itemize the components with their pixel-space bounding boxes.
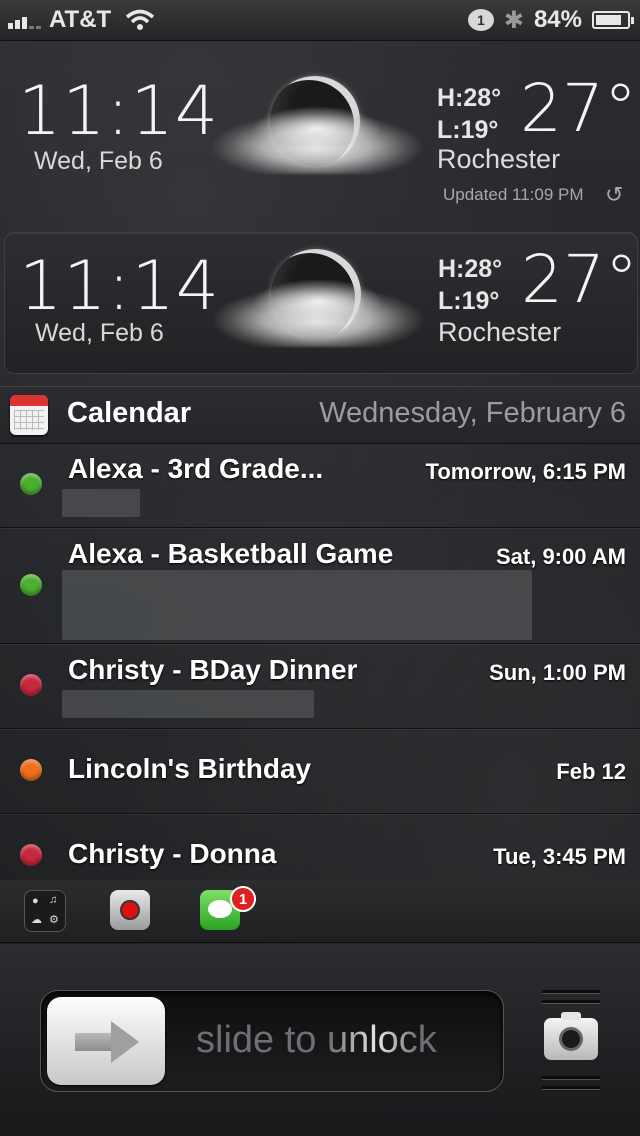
weather-date: Wed, Feb 6 (35, 319, 164, 347)
event-title: Lincoln's Birthday (68, 753, 312, 784)
wifi-icon (126, 9, 155, 30)
refresh-icon[interactable]: ↺ (605, 182, 623, 208)
calendar-icon (10, 395, 48, 435)
weather-low: L:19° (437, 116, 499, 144)
calendar-header[interactable]: Calendar Wednesday, February 6 (0, 386, 640, 444)
signal-icon (8, 11, 41, 29)
unlock-slider[interactable]: slide to unlock (40, 990, 504, 1092)
calendar-event[interactable]: Alexa - Basketball Game Sat, 9:00 AM (0, 528, 640, 644)
moon-cloud-icon (213, 249, 433, 369)
record-app-icon[interactable] (110, 890, 150, 930)
notification-bubble-icon: 1 (467, 9, 494, 31)
bluetooth-icon: ✱ (503, 6, 524, 34)
weather-low: L:19° (438, 287, 500, 315)
event-color-dot (20, 574, 42, 596)
notification-count: 1 (476, 12, 485, 28)
calendar-event[interactable]: Christy - Donna Tue, 3:45 PM (0, 814, 640, 882)
camera-icon (544, 1012, 598, 1060)
weather-widget[interactable]: 11:14 Wed, Feb 6 H:28° L:19° 27° Rochest… (4, 232, 638, 374)
weather-widget[interactable]: 11:14 Wed, Feb 6 H:28° L:19° 27° Rochest… (0, 42, 640, 220)
lockinfo-app-icon[interactable]: ● ♫ ☁ ⚙ (24, 890, 66, 932)
event-time: Feb 12 (556, 759, 626, 784)
weather-city: Rochester (438, 317, 562, 347)
weather-high: H:28° (438, 255, 503, 283)
battery-percent: 84% (533, 6, 582, 33)
weather-time: 11:14 (18, 72, 219, 151)
event-time: Sat, 9:00 AM (495, 544, 626, 569)
app-dock: ● ♫ ☁ ⚙ (0, 880, 640, 943)
event-title: Alexa - 3rd Grade... (68, 453, 324, 484)
weather-temp: 27° (520, 70, 637, 147)
status-bar: AT&T 1 ✱ 84% (0, 0, 640, 41)
weather-temp: 27° (521, 241, 638, 318)
redacted-detail (62, 570, 532, 640)
event-time: Tue, 3:45 PM (493, 844, 626, 869)
battery-icon (592, 11, 634, 29)
slide-to-unlock-label: slide to unlock (196, 1019, 437, 1061)
calendar-date: Wednesday, February 6 (319, 397, 626, 429)
redacted-detail (62, 690, 314, 718)
calendar-event[interactable]: Alexa - 3rd Grade... Tomorrow, 6:15 PM (0, 443, 640, 528)
calendar-event-list: Alexa - 3rd Grade... Tomorrow, 6:15 PM A… (0, 443, 640, 882)
weather-time: 11:14 (19, 247, 220, 326)
slider-knob[interactable] (47, 997, 165, 1085)
event-title: Christy - BDay Dinner (68, 654, 358, 685)
weather-date: Wed, Feb 6 (34, 147, 163, 175)
event-title: Christy - Donna (68, 838, 277, 869)
event-time: Sun, 1:00 PM (489, 660, 626, 685)
calendar-event[interactable]: Lincoln's Birthday Feb 12 (0, 729, 640, 814)
event-color-dot (20, 759, 42, 781)
carrier-label: AT&T (49, 6, 112, 33)
lock-screen: AT&T 1 ✱ 84% 11:14 Wed, Feb 6 H:28° L:19… (0, 0, 640, 1136)
moon-cloud-icon (212, 76, 432, 196)
event-color-dot (20, 473, 42, 495)
event-color-dot (20, 674, 42, 696)
lock-bar: slide to unlock (0, 944, 640, 1136)
calendar-title: Calendar (67, 397, 192, 429)
weather-updated: Updated 11:09 PM (443, 185, 584, 204)
weather-high: H:28° (437, 84, 502, 112)
event-title: Alexa - Basketball Game (68, 538, 394, 569)
calendar-event[interactable]: Christy - BDay Dinner Sun, 1:00 PM (0, 644, 640, 729)
event-time: Tomorrow, 6:15 PM (425, 459, 626, 484)
event-color-dot (20, 844, 42, 866)
battery-fill (596, 15, 622, 25)
weather-city: Rochester (437, 144, 561, 174)
camera-grabber[interactable] (542, 988, 600, 1092)
redacted-detail (62, 489, 140, 517)
messages-badge: 1 (230, 886, 256, 912)
